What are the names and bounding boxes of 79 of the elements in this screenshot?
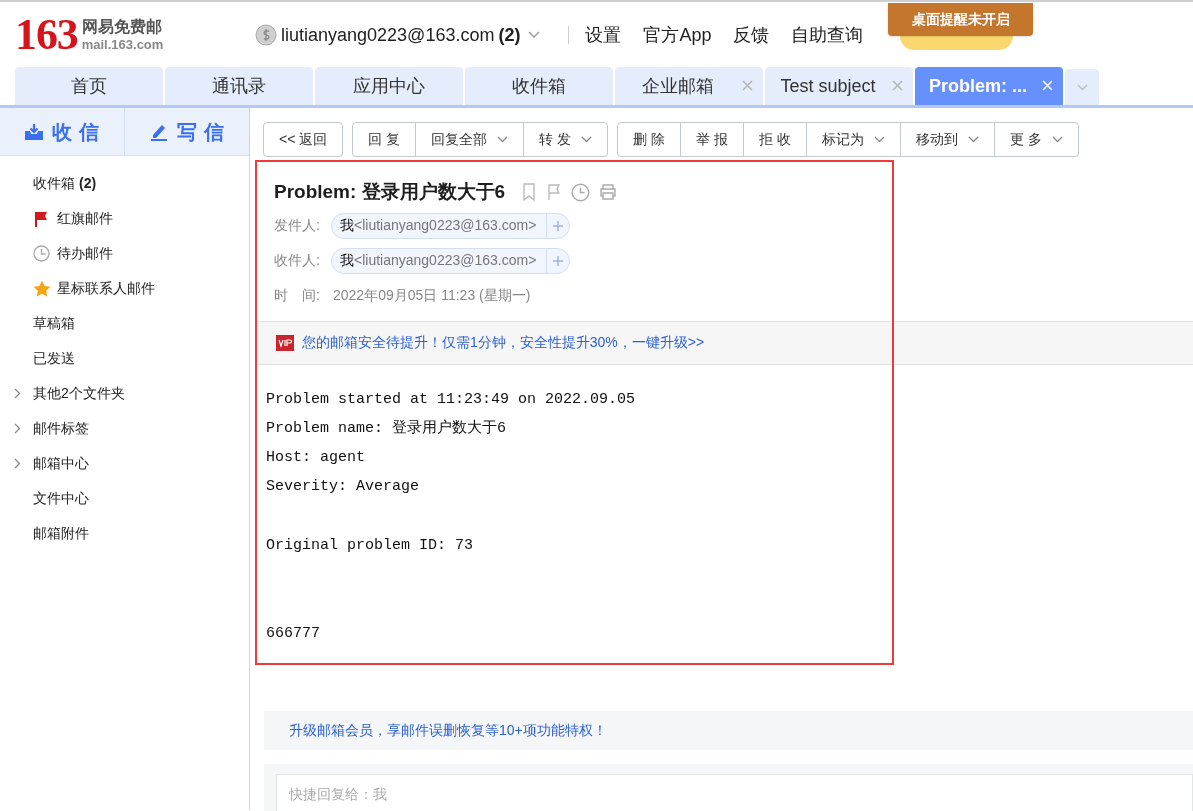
message-body: Problem started at 11:23:49 on 2022.09.05 Problem name: 登录用户数大于6 Host: agent Severity: Average Original problem ID: 73 666777 xyxy=(266,389,636,644)
tab[interactable]: Test subject xyxy=(765,67,913,105)
chevron-down-icon[interactable] xyxy=(1051,136,1063,143)
contact-address: <liutianyang0223@163.com> xyxy=(354,217,537,233)
folder-item[interactable]: 邮件标签 xyxy=(0,411,249,446)
contact-chip[interactable]: 我<liutianyang0223@163.com> xyxy=(331,247,571,274)
chevron-down-icon[interactable] xyxy=(1076,83,1088,91)
folder-item[interactable]: 草稿箱 xyxy=(0,306,249,341)
toolbar-button[interactable]: 移动到 xyxy=(899,123,994,156)
toolbar-button[interactable]: 标记为 xyxy=(805,123,900,156)
close-icon[interactable] xyxy=(742,80,753,91)
receive-button[interactable]: 收 信 xyxy=(0,108,125,155)
chevron-right-icon[interactable] xyxy=(14,388,21,399)
chevron-right-icon[interactable] xyxy=(14,458,21,469)
folder-item[interactable]: 待办邮件 xyxy=(0,236,249,271)
header-link[interactable]: 自助查询 xyxy=(791,21,864,49)
compose-button[interactable]: 写 信 xyxy=(125,108,249,155)
chevron-down-icon[interactable] xyxy=(581,136,593,143)
chevron-down-icon[interactable] xyxy=(528,31,541,39)
tab[interactable]: 企业邮箱 xyxy=(615,67,763,105)
field-label: 时 间: xyxy=(274,285,321,305)
logo-name: 网易免费邮 xyxy=(81,16,163,37)
notification-tooltip: 桌面提醒未开启 xyxy=(888,3,1033,36)
contact-name: 我 xyxy=(340,252,354,268)
toolbar-button[interactable]: 回复全部 xyxy=(415,123,524,156)
tab[interactable]: 应用中心 xyxy=(315,67,463,105)
star-icon xyxy=(33,280,51,297)
folder-item[interactable]: 收件箱 (2) xyxy=(0,166,249,201)
header-link[interactable]: 反馈 xyxy=(733,21,770,49)
header-link[interactable]: 设置 xyxy=(585,21,622,49)
print-icon[interactable] xyxy=(599,183,618,202)
chevron-down-icon[interactable] xyxy=(873,136,885,143)
flag-icon xyxy=(33,210,49,227)
close-icon[interactable] xyxy=(892,80,903,91)
tab[interactable]: 首页 xyxy=(15,67,163,105)
pen-icon xyxy=(149,122,170,141)
bookmark-icon[interactable] xyxy=(521,183,538,202)
tab[interactable]: 通讯录 xyxy=(165,67,313,105)
tab[interactable]: 收件箱 xyxy=(465,67,613,105)
toolbar-button[interactable]: 拒 收 xyxy=(742,123,806,156)
add-icon[interactable] xyxy=(553,255,564,266)
chevron-down-icon[interactable] xyxy=(497,136,509,143)
folder-item[interactable]: 星标联系人邮件 xyxy=(0,271,249,306)
folder-item[interactable]: 邮箱附件 xyxy=(0,516,249,551)
message-subject: Problem: 登录用户数大于6 xyxy=(274,180,506,204)
unread-count: (2) xyxy=(498,23,521,47)
toolbar-button[interactable]: 举 报 xyxy=(679,123,743,156)
chevron-right-icon[interactable] xyxy=(14,423,21,434)
toolbar-button[interactable]: 转 发 xyxy=(523,123,608,156)
member-upgrade-link[interactable]: 升级邮箱会员，享邮件误删恢复等10+项功能特权！ xyxy=(289,720,607,741)
logo-domain: mail.163.com xyxy=(81,36,164,54)
toolbar-button[interactable]: 回 复 xyxy=(353,123,416,156)
field-label: 收件人: xyxy=(274,251,321,270)
header-link[interactable]: 官方App xyxy=(643,21,712,49)
add-icon[interactable] xyxy=(553,220,564,231)
message-date: 2022年09月05日 11:23 (星期一) xyxy=(333,285,531,305)
clock-icon[interactable] xyxy=(571,182,591,202)
toolbar-button[interactable]: << 返回 xyxy=(264,123,343,156)
flag-icon[interactable] xyxy=(546,183,563,202)
quick-reply-field[interactable]: 快捷回复给：我 xyxy=(276,774,1193,811)
clock-icon xyxy=(33,245,50,262)
contact-address: <liutianyang0223@163.com> xyxy=(354,252,537,268)
contact-chip[interactable]: 我<liutianyang0223@163.com> xyxy=(331,212,571,239)
contact-name: 我 xyxy=(340,217,354,233)
field-label: 发件人: xyxy=(274,216,321,235)
folder-item[interactable]: 已发送 xyxy=(0,341,249,376)
folder-item[interactable]: 文件中心 xyxy=(0,481,249,516)
folder-item[interactable]: 邮箱中心 xyxy=(0,446,249,481)
folder-item[interactable]: 其他2个文件夹 xyxy=(0,376,249,411)
account-email[interactable]: liutianyang0223@163.com xyxy=(281,21,495,49)
vip-icon xyxy=(276,334,294,351)
logo-number: 163 xyxy=(15,13,78,57)
coin-icon xyxy=(255,24,277,46)
unread-count: (2) xyxy=(79,174,97,193)
inbox-icon xyxy=(24,122,45,141)
toolbar-button[interactable]: 删 除 xyxy=(618,123,680,156)
chevron-down-icon[interactable] xyxy=(967,136,979,143)
folder-item[interactable]: 红旗邮件 xyxy=(0,201,249,236)
toolbar-button[interactable]: 更 多 xyxy=(993,123,1078,156)
